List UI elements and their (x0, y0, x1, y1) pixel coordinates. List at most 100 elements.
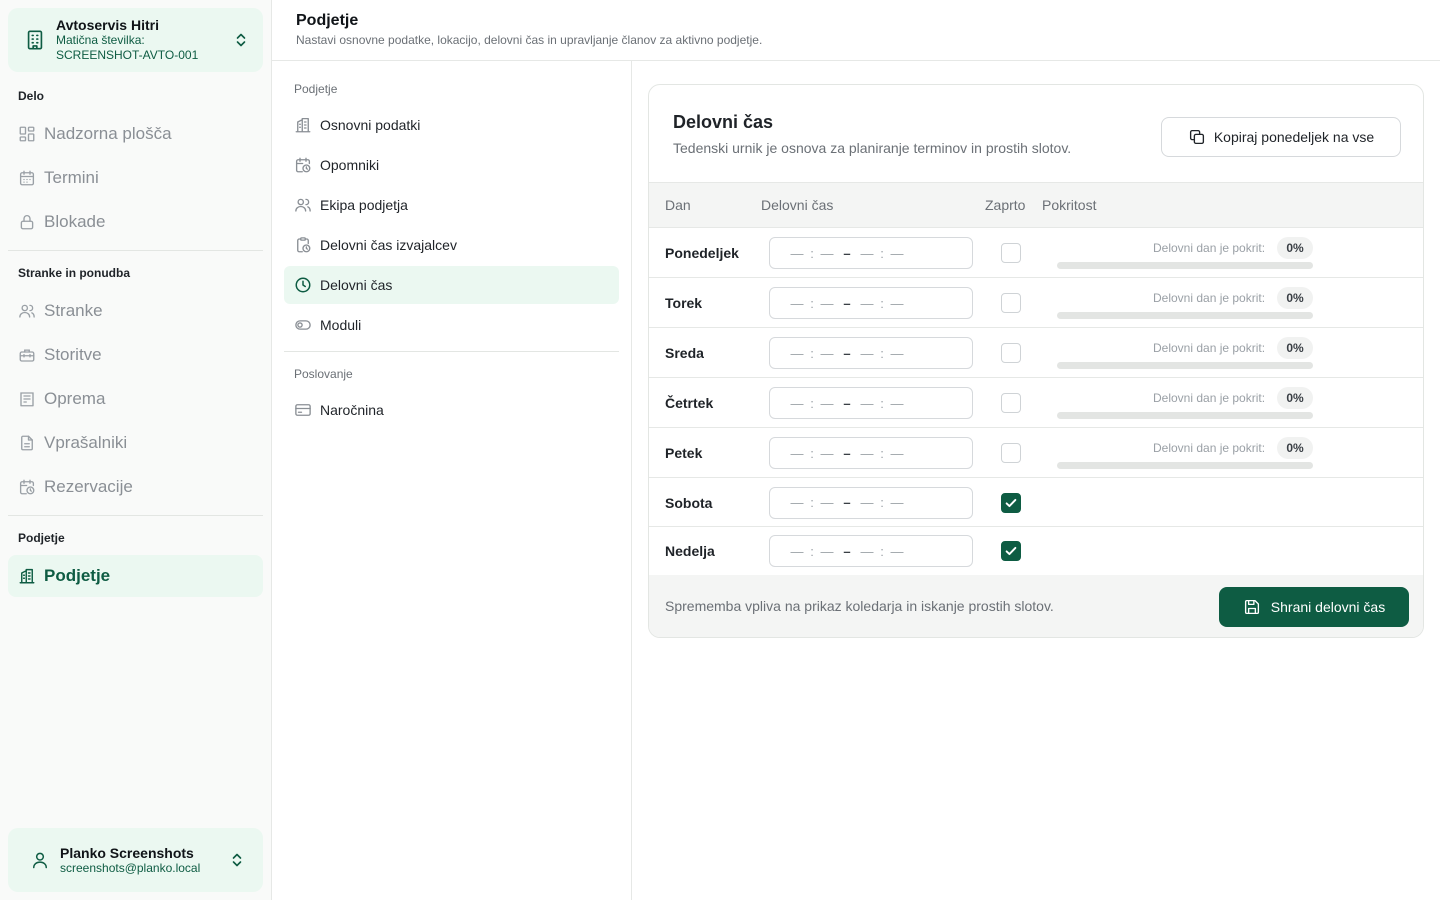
settings-divider (284, 351, 619, 352)
coverage-label: Delovni dan je pokrit: (1153, 241, 1266, 255)
settings-item-delovni-cas[interactable]: Delovni čas (284, 266, 619, 304)
coverage-label: Delovni dan je pokrit: (1153, 341, 1266, 355)
settings-item-ekipa[interactable]: Ekipa podjetja (284, 186, 619, 224)
card-title: Delovni čas (673, 112, 774, 132)
settings-item-osnovni-podatki[interactable]: Osnovni podatki (284, 106, 619, 144)
table-row: Petek —: — – —: — Delovni dan je pokrit: 0% (649, 428, 1423, 478)
nav-item-rezervacije[interactable]: Rezervacije (8, 466, 263, 508)
coverage-badge: 0% (1277, 337, 1313, 359)
coverage-bar (1057, 362, 1313, 369)
time-colon: : (880, 245, 884, 261)
lock-icon (20, 215, 34, 230)
closed-checkbox[interactable] (1001, 492, 1021, 513)
start-minute: — (820, 345, 834, 361)
time-range-input[interactable]: —: — – —: — (769, 437, 973, 469)
footer-note: Sprememba vpliva na prikaz koledarja in … (665, 598, 1054, 614)
end-minute: — (890, 295, 904, 311)
coverage-bar (1057, 412, 1313, 419)
range-dash: – (843, 295, 851, 311)
day-name: Sobota (665, 494, 713, 511)
column-day: Dan (665, 197, 691, 213)
closed-checkbox[interactable] (1001, 293, 1021, 313)
start-hour: — (790, 295, 804, 311)
user-icon (33, 852, 47, 869)
save-working-hours-button[interactable]: Shrani delovni čas (1219, 587, 1409, 627)
column-hours: Delovni čas (761, 197, 834, 213)
user-switcher[interactable]: Planko Screenshots screenshots@planko.lo… (8, 828, 263, 892)
nav-item-dashboard[interactable]: Nadzorna plošča (8, 113, 263, 155)
end-hour: — (860, 395, 874, 411)
nav-section-stranke: Stranke in ponudba (18, 266, 131, 280)
time-range-input[interactable]: —: — – —: — (769, 337, 973, 369)
equipment-icon (20, 392, 34, 407)
nav-item-label: Oprema (44, 389, 106, 408)
start-hour: — (790, 245, 804, 261)
building-icon (27, 30, 43, 50)
clipboard-clock-icon (297, 237, 311, 253)
calendar-icon (19, 170, 35, 186)
table-row: Ponedeljek —: — – —: — Delovni dan je pokrit: 0… (649, 228, 1423, 278)
end-minute: — (890, 395, 904, 411)
copy-icon (1189, 129, 1204, 145)
settings-item-label: Delovni čas (320, 277, 393, 293)
start-minute: — (820, 495, 834, 510)
table-row: Sobota —: — – —: — (649, 478, 1423, 527)
coverage-bar (1057, 262, 1313, 269)
end-minute: — (890, 543, 904, 559)
table-row: Torek —: — – —: — Delovni dan je pokrit: 0% (649, 278, 1423, 328)
organization-switcher[interactable]: Avtoservis Hitri Matična številka: SCREE… (8, 8, 263, 72)
day-name: Četrtek (665, 395, 714, 411)
time-range-input[interactable]: —: — – —: — (769, 237, 973, 269)
closed-checkbox[interactable] (1001, 443, 1021, 463)
range-dash: – (843, 495, 851, 510)
organization-info: Avtoservis Hitri Matična številka: SCREE… (56, 16, 233, 63)
settings-item-narocnina[interactable]: Naročnina (284, 391, 619, 429)
nav-section-delo: Delo (18, 89, 45, 103)
closed-checkbox[interactable] (1001, 343, 1021, 363)
nav-item-podjetje[interactable]: Podjetje (8, 555, 263, 597)
day-name: Sreda (665, 345, 704, 361)
nav-section-podjetje: Podjetje (18, 531, 65, 545)
copy-monday-button[interactable]: Kopiraj ponedeljek na vse (1161, 117, 1401, 157)
save-working-hours-label: Shrani delovni čas (1270, 599, 1386, 615)
settings-section-poslovanje: Poslovanje (294, 367, 353, 381)
settings-section-podjetje: Podjetje (294, 82, 338, 96)
settings-item-label: Ekipa podjetja (320, 197, 408, 213)
calendar-clock-icon (295, 157, 311, 173)
sidebar-divider (8, 250, 263, 251)
settings-item-opomniki[interactable]: Opomniki (284, 146, 619, 184)
closed-checkbox[interactable] (1001, 243, 1021, 263)
settings-nav: Podjetje Osnovni podatki Opomniki Ekipa … (272, 61, 632, 900)
nav-item-label: Vprašalniki (44, 433, 128, 452)
toggle-icon (295, 320, 311, 330)
closed-checkbox[interactable] (1001, 541, 1021, 561)
nav-item-vprasalniki[interactable]: Vprašalniki (8, 422, 263, 464)
start-hour: — (790, 345, 804, 361)
settings-item-moduli[interactable]: Moduli (284, 306, 619, 344)
organization-id-value: SCREENSHOT-AVTO-001 (56, 47, 199, 62)
closed-checkbox[interactable] (1001, 393, 1021, 413)
day-name: Torek (665, 295, 703, 311)
range-dash: – (843, 345, 851, 361)
nav-item-storitve[interactable]: Storitve (8, 334, 263, 376)
end-hour: — (860, 345, 874, 361)
page-subtitle: Nastavi osnovne podatke, lokacijo, delov… (296, 33, 763, 47)
coverage-bar (1057, 462, 1313, 469)
settings-item-delovni-cas-izvajalcev[interactable]: Delovni čas izvajalcev (284, 226, 619, 264)
end-hour: — (860, 543, 874, 559)
time-range-input[interactable]: —: — – —: — (769, 486, 973, 519)
end-minute: — (890, 495, 904, 510)
settings-item-label: Moduli (320, 317, 362, 333)
nav-item-termini[interactable]: Termini (8, 157, 263, 199)
nav-item-oprema[interactable]: Oprema (8, 378, 263, 420)
page-header: Podjetje Nastavi osnovne podatke, lokaci… (272, 0, 1440, 61)
time-range-input[interactable]: —: — – —: — (769, 387, 973, 419)
nav-item-blokade[interactable]: Blokade (8, 201, 263, 243)
organization-name: Avtoservis Hitri (56, 16, 159, 33)
time-range-input[interactable]: —: — – —: — (769, 287, 973, 319)
nav-item-stranke[interactable]: Stranke (8, 290, 263, 332)
time-range-input[interactable]: —: — – —: — (769, 535, 973, 567)
end-minute: — (890, 345, 904, 361)
time-colon: : (880, 395, 884, 411)
sidebar-divider (8, 515, 263, 516)
